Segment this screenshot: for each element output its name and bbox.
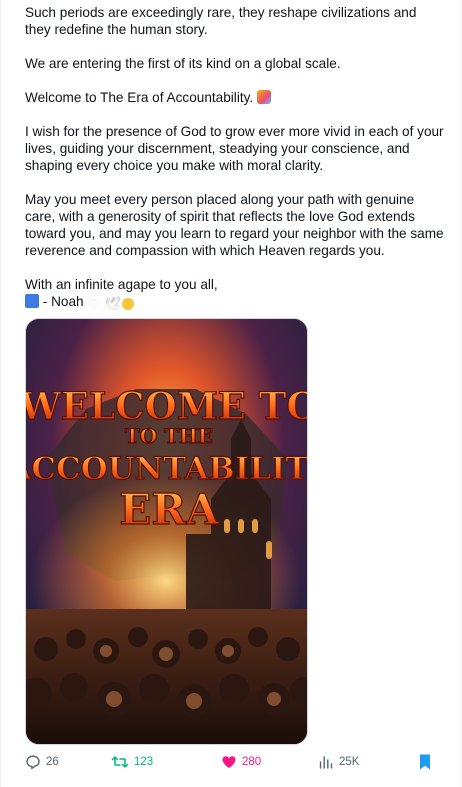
party-face-icon	[256, 90, 271, 104]
views-button[interactable]: 25K	[318, 752, 359, 772]
poster-title-line-2: TO THE	[125, 424, 213, 448]
dove-icon: 🕊	[104, 296, 122, 311]
post-paragraph: Such periods are exceedingly rare, they …	[25, 5, 417, 37]
bookmark-button[interactable]	[417, 752, 433, 772]
signoff-text: With an infinite agape to you all,	[25, 277, 218, 292]
post-actions: 26 123 280 25K	[25, 752, 441, 772]
post-signoff: With an infinite agape to you all, - Noa…	[25, 276, 445, 311]
post-paragraph: Welcome to The Era of Accountability.	[25, 89, 445, 106]
views-icon	[319, 756, 333, 769]
post-paragraph-text: Welcome to The Era of Accountability.	[25, 90, 254, 105]
reply-count: 26	[46, 756, 59, 768]
poster-artwork: WELCOME TO TO THE ACCOUNTABILITY ERA	[26, 319, 308, 744]
poster-title-line-1: WELCOME TO	[26, 384, 308, 428]
repost-button[interactable]: 123	[111, 752, 153, 772]
views-count: 25K	[339, 756, 360, 768]
poster-title-line-4: ERA	[119, 485, 220, 534]
bookmark-icon	[420, 754, 430, 770]
post-container: Such periods are exceedingly rare, they …	[0, 0, 462, 787]
signature-text: - Noah	[39, 294, 84, 309]
heart-icon	[222, 756, 236, 768]
like-button[interactable]: 280	[221, 752, 261, 772]
white-heart-icon: ♡	[88, 296, 101, 312]
reply-button[interactable]: 26	[25, 752, 59, 772]
post-paragraph: I wish for the presence of God to grow e…	[25, 124, 444, 173]
repost-icon	[111, 756, 129, 768]
post-text: Such periods are exceedingly rare, they …	[25, 4, 445, 311]
face-icon	[121, 298, 134, 310]
like-count: 280	[242, 756, 262, 768]
reply-icon	[26, 755, 40, 770]
poster-title-line-3: ACCOUNTABILITY	[26, 451, 308, 487]
post-paragraph: We are entering the first of its kind on…	[25, 56, 341, 71]
hand-icon	[25, 294, 39, 308]
post-image[interactable]: WELCOME TO TO THE ACCOUNTABILITY ERA	[25, 318, 308, 745]
repost-count: 123	[134, 756, 154, 768]
post-paragraph: May you meet every person placed along y…	[25, 192, 444, 258]
